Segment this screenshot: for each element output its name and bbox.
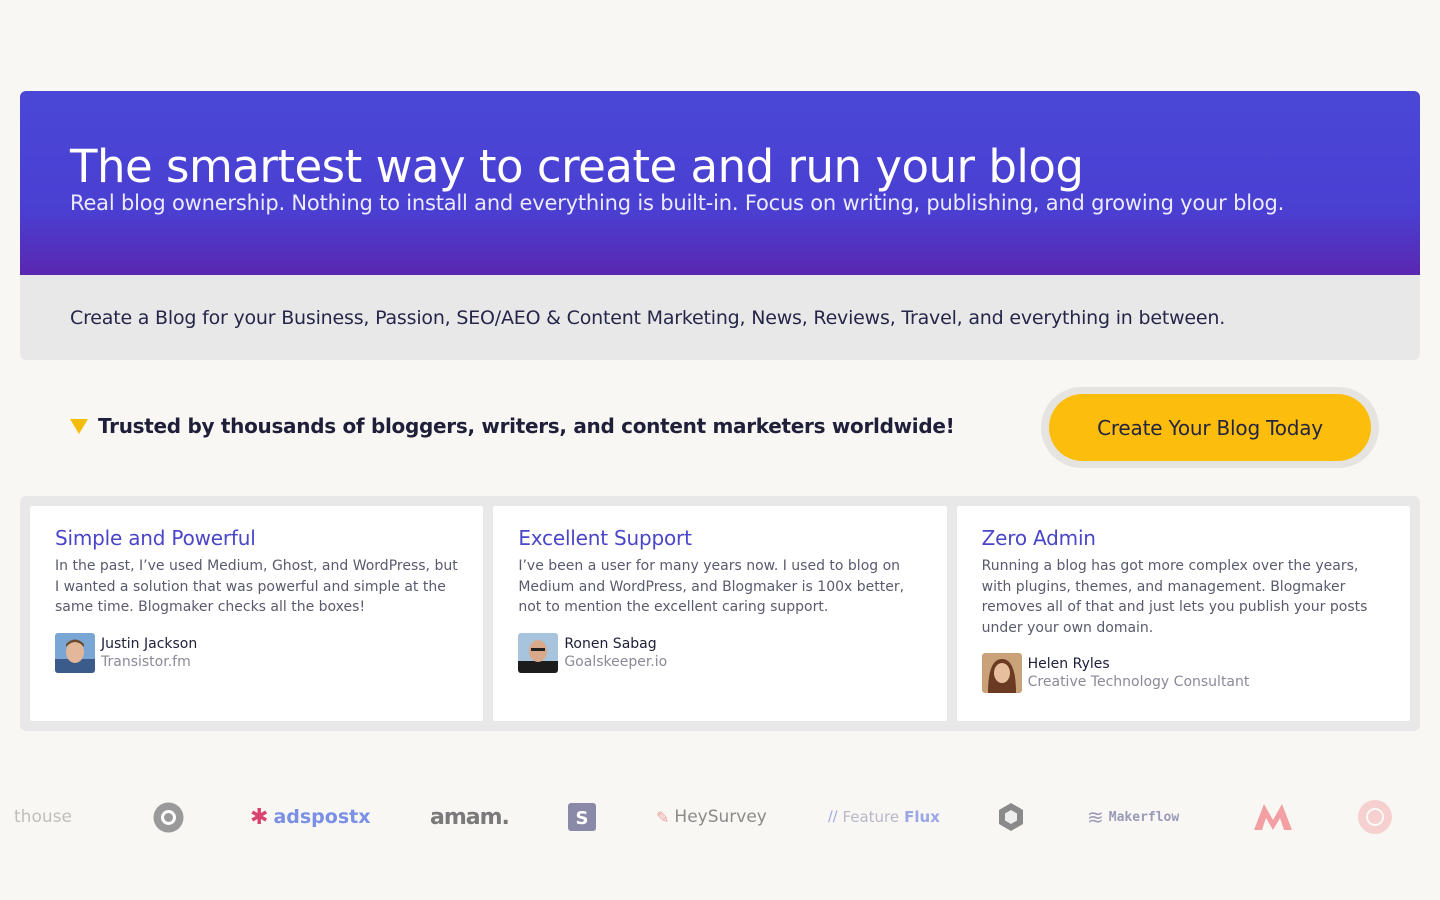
- logo-text: Flux: [904, 808, 940, 826]
- flux-icon: //: [828, 809, 838, 825]
- testimonial-title: Simple and Powerful: [55, 526, 256, 550]
- trusted-line: Trusted by thousands of bloggers, writer…: [70, 414, 955, 438]
- author-company: Creative Technology Consultant: [1027, 674, 1250, 690]
- hexagon-logo-icon: [998, 802, 1024, 832]
- use-cases-text: Create a Blog for your Business, Passion…: [70, 306, 1226, 329]
- hero-subtitle: Real blog ownership. Nothing to install …: [70, 191, 1285, 215]
- logo-text: HeySurvey: [674, 807, 767, 827]
- square-s-logo-icon: S: [566, 802, 598, 832]
- testimonial-quote: In the past, I’ve used Medium, Ghost, an…: [55, 558, 458, 615]
- hero-title: The smartest way to create and run your …: [70, 140, 1084, 193]
- testimonial-author: Ronen Sabag Goalskeeper.io: [518, 632, 921, 673]
- author-company: Goalskeeper.io: [564, 653, 668, 670]
- asterisk-icon: ✱: [250, 804, 269, 830]
- testimonial-quote: Running a blog has got more complex over…: [981, 558, 1368, 636]
- author-name: Justin Jackson: [101, 635, 198, 652]
- survey-icon: ✎: [656, 807, 670, 827]
- customer-logo: thouse: [14, 802, 72, 832]
- testimonial-title: Excellent Support: [518, 526, 692, 550]
- testimonial-quote: I’ve been a user for many years now. I u…: [518, 558, 905, 615]
- cta-wrapper: Create Your Blog Today: [1041, 387, 1379, 468]
- testimonials: Simple and Powerful In the past, I’ve us…: [20, 496, 1420, 731]
- customer-logo: ≋ Makerflow: [1087, 802, 1179, 832]
- testimonial-title: Zero Admin: [981, 526, 1096, 550]
- customer-logo-strip: thouse ✱ adspostx amam. S ✎ HeySurvey //…: [0, 790, 1440, 844]
- avatar: [518, 632, 559, 673]
- author-name: Helen Ryles: [1027, 656, 1110, 672]
- testimonial-author: Helen Ryles Creative Technology Consulta…: [981, 653, 1385, 693]
- testimonial-card: Simple and Powerful In the past, I’ve us…: [30, 506, 484, 721]
- testimonial-author: Justin Jackson Transistor.fm: [55, 632, 458, 673]
- trusted-text: Trusted by thousands of bloggers, writer…: [98, 414, 955, 438]
- round-logo-icon: [1357, 800, 1393, 834]
- hero-banner: The smartest way to create and run your …: [20, 91, 1420, 275]
- logo-text: thouse: [14, 807, 72, 827]
- avatar: [55, 632, 95, 673]
- customer-logo: ✎ HeySurvey: [656, 802, 767, 832]
- author-company: Transistor.fm: [101, 653, 191, 670]
- m-logo-icon: [1252, 802, 1294, 832]
- author-name: Ronen Sabag: [564, 635, 657, 652]
- svg-text:S: S: [576, 808, 589, 829]
- avatar: [981, 653, 1022, 693]
- testimonial-card: Excellent Support I’ve been a user for m…: [493, 506, 947, 721]
- waves-icon: ≋: [1087, 805, 1104, 829]
- circle-logo-icon: [153, 802, 184, 832]
- logo-text: amam.: [430, 804, 510, 830]
- customer-logo: // Feature Flux: [828, 802, 940, 832]
- customer-logo: ✱ adspostx: [250, 802, 370, 832]
- logo-text: adspostx: [273, 806, 371, 828]
- triangle-down-icon: [70, 418, 88, 434]
- logo-text: Makerflow: [1108, 809, 1180, 825]
- customer-logo: amam.: [430, 802, 510, 832]
- testimonial-card: Zero Admin Running a blog has got more c…: [956, 506, 1410, 721]
- use-cases-bar: Create a Blog for your Business, Passion…: [20, 275, 1420, 360]
- logo-text: Feature: [842, 808, 900, 826]
- create-blog-button[interactable]: Create Your Blog Today: [1049, 394, 1371, 461]
